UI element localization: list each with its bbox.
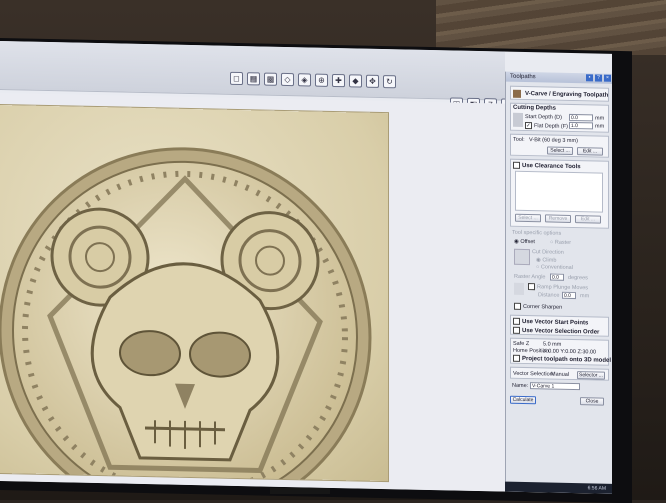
move-icon[interactable]: ✥: [366, 74, 379, 88]
taskbar: 6:56 AM: [505, 481, 612, 494]
toolpath-type-box: V-Carve / Engraving Toolpath: [510, 85, 609, 102]
clearance-section: Use Clearance Tools Select ... Remove Ed…: [510, 158, 609, 229]
tool-options-header: Tool specific options: [512, 229, 562, 237]
zoom-in-icon[interactable]: ◈: [298, 73, 311, 87]
tool-value: V-Bit (60 deg 3 mm): [529, 137, 578, 145]
start-depth-unit: mm: [595, 115, 605, 122]
flat-depth-input[interactable]: 1.0: [569, 121, 593, 130]
clearance-select-button[interactable]: Select ...: [515, 213, 541, 223]
flat-depth-label: ✓ Flat Depth (F): [525, 121, 568, 130]
vcarve-icon: [513, 89, 521, 98]
selector-button[interactable]: Selector ...: [577, 371, 605, 380]
climb-radio[interactable]: ◉ Climb: [536, 257, 556, 263]
name-input[interactable]: V-Carve 1: [530, 382, 580, 391]
cutting-depths-header: Cutting Depths: [513, 104, 556, 112]
distance-input[interactable]: 0.0: [562, 291, 576, 300]
clearance-label: Use Clearance Tools: [513, 161, 581, 170]
home-position-value: X:0.00 Y:0.00 Z:30.00: [543, 348, 597, 356]
close-button[interactable]: Close: [580, 397, 604, 406]
ramp-label: Ramp Plunge Moves: [528, 283, 588, 291]
clock-text: 6:56 AM: [587, 485, 606, 492]
panel-title-icons: ▪ ? ×: [586, 74, 611, 82]
zoom-extents-icon[interactable]: ◻: [230, 71, 243, 86]
offset-radio[interactable]: ◉ Offset: [514, 239, 535, 245]
pan-icon[interactable]: ✚: [332, 73, 345, 88]
calculate-button[interactable]: Calculate: [510, 395, 536, 405]
help-icon[interactable]: ?: [595, 74, 602, 82]
offset-pattern-icon: [514, 248, 530, 266]
name-section: Name: V-Carve 1: [510, 381, 609, 394]
toolpath-type-label: V-Carve / Engraving Toolpath: [525, 90, 609, 99]
conventional-radio[interactable]: ○ Conventional: [536, 264, 573, 271]
flat-depth-checkbox[interactable]: ✓: [525, 121, 532, 130]
monitor-screen: ◻ ▦ ▩ ◇ ◈ ⊕ ✚ ◆ ✥ ↻ ◰ ◧ Z Y X: [0, 38, 632, 503]
vector-selection-section: Vector Selection: Manual Selector ...: [510, 366, 609, 381]
flat-depth-unit: mm: [595, 123, 605, 130]
distance-label: Distance: [538, 292, 560, 299]
toolbar-icons: ◻ ▦ ▩ ◇ ◈ ⊕ ✚ ◆ ✥ ↻: [230, 71, 396, 89]
close-icon[interactable]: ×: [604, 74, 611, 82]
start-depth-input[interactable]: 0.0: [569, 113, 593, 122]
position-section: Safe Z 5.0 mm Home Position X:0.00 Y:0.0…: [510, 337, 611, 366]
project-label: Project toolpath onto 3D model: [513, 354, 611, 364]
depth-diagram-icon: [513, 112, 523, 127]
vector-order-label: Use Vector Selection Order: [513, 326, 599, 336]
project-checkbox[interactable]: [513, 354, 520, 362]
clearance-edit-button[interactable]: Edit ...: [575, 215, 601, 224]
vector-order-checkbox[interactable]: [513, 326, 520, 334]
vector-start-label: Use Vector Start Points: [513, 317, 588, 326]
raster-radio[interactable]: ○ Raster: [550, 240, 571, 246]
corner-sharpen-label: Corner Sharpen: [514, 302, 562, 311]
safe-z-value: 5.0 mm: [543, 341, 562, 348]
raster-angle-input[interactable]: 0.0: [550, 273, 564, 281]
safe-z-label: Safe Z: [513, 340, 530, 348]
tool-options-section: Tool specific options ◉ Offset ○ Raster …: [510, 230, 609, 314]
toolbar: ◻ ▦ ▩ ◇ ◈ ⊕ ✚ ◆ ✥ ↻ ◰ ◧ Z Y X: [0, 41, 531, 113]
3d-viewport[interactable]: [0, 93, 505, 492]
monitor-bezel-bottom: [270, 488, 330, 494]
clearance-tool-list[interactable]: [515, 170, 603, 213]
measure-icon[interactable]: ◆: [349, 74, 362, 88]
grid-snap-icon[interactable]: ▩: [264, 72, 277, 86]
pin-icon[interactable]: ▪: [586, 74, 593, 82]
start-depth-label: Start Depth (D): [525, 113, 562, 121]
name-label: Name:: [512, 382, 529, 390]
tool-section: Tool: V-Bit (60 deg 3 mm) Select ... Edi…: [510, 133, 609, 158]
node-edit-icon[interactable]: ◇: [281, 72, 294, 87]
toolpaths-panel: Toolpaths ▪ ? × V-Carve / Engraving Tool…: [505, 71, 612, 494]
rotate-icon[interactable]: ↻: [383, 75, 396, 89]
vector-start-checkbox[interactable]: [513, 317, 520, 325]
tool-edit-button[interactable]: Edit ...: [577, 147, 603, 156]
distance-unit: mm: [580, 293, 590, 300]
raster-angle-unit: degrees: [568, 274, 588, 282]
vector-options-section: Use Vector Start Points Use Vector Selec…: [510, 314, 609, 337]
corner-sharpen-checkbox[interactable]: [514, 302, 521, 310]
wood-background: [436, 0, 666, 55]
ramp-icon: [514, 282, 524, 295]
carved-relief-preview: [0, 105, 388, 482]
cutting-depths-section: Cutting Depths Start Depth (D) 0.0 mm ✓ F…: [510, 102, 609, 133]
cut-direction-label: Cut Direction: [532, 249, 564, 256]
tool-select-button[interactable]: Select ...: [547, 146, 573, 156]
grid-icon[interactable]: ▦: [247, 72, 260, 86]
clearance-checkbox[interactable]: [513, 161, 520, 169]
clearance-remove-button[interactable]: Remove: [545, 214, 571, 223]
vector-selection-label: Vector Selection:: [513, 370, 555, 378]
zoom-box-icon[interactable]: ⊕: [315, 73, 328, 87]
skull-medallion-render: [0, 147, 372, 482]
raster-angle-label: Raster Angle: [514, 273, 546, 281]
vector-selection-value: Manual: [551, 371, 570, 378]
vcarve-window: ◻ ▦ ▩ ◇ ◈ ⊕ ✚ ◆ ✥ ↻ ◰ ◧ Z Y X: [0, 41, 612, 494]
tool-label: Tool:: [513, 136, 525, 143]
ramp-checkbox[interactable]: [528, 283, 535, 291]
